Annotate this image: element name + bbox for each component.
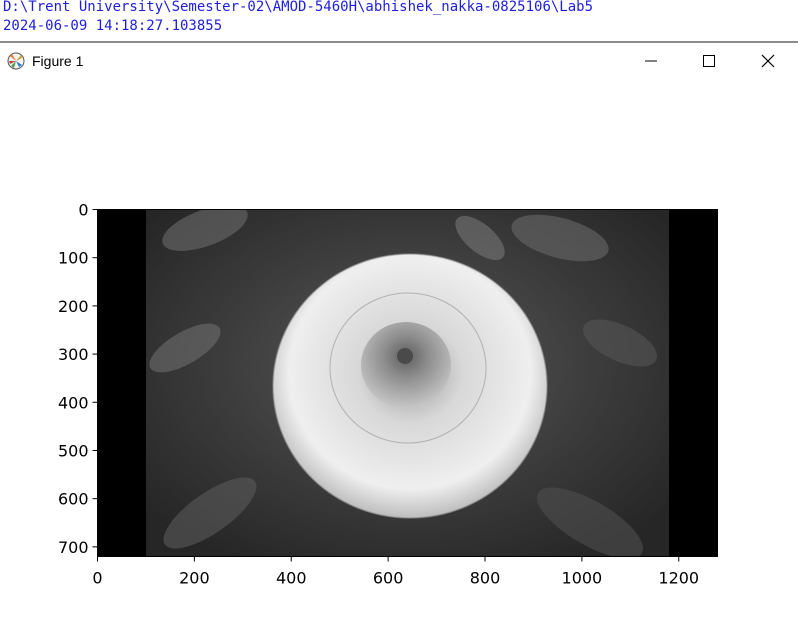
console-path-line: D:\Trent University\Semester-02\AMOD-546… — [3, 0, 594, 15]
y-tick-label: 0 — [78, 201, 88, 220]
console-timestamp-line: 2024-06-09 14:18:27.103855 — [3, 18, 223, 34]
y-tick-label: 700 — [58, 538, 89, 557]
y-axis: 0 100 200 300 400 500 600 700 — [58, 201, 98, 557]
x-tick-label: 1200 — [658, 569, 699, 588]
x-tick-label: 1000 — [562, 569, 603, 588]
y-tick-label: 600 — [58, 490, 89, 509]
x-tick-label: 600 — [373, 569, 404, 588]
x-tick-label: 800 — [470, 569, 501, 588]
grayscale-dahlia-image — [97, 209, 718, 557]
figure-canvas[interactable]: 0 100 200 300 400 500 600 700 0 200 400 600 800 1000… — [0, 43, 798, 633]
y-tick-label: 300 — [58, 345, 89, 364]
x-tick-label: 400 — [276, 569, 307, 588]
x-tick-label: 0 — [92, 569, 102, 588]
y-tick-label: 100 — [58, 249, 89, 268]
y-tick-label: 200 — [58, 297, 89, 316]
x-tick-label: 200 — [179, 569, 210, 588]
y-tick-label: 400 — [58, 393, 89, 412]
x-axis: 0 200 400 600 800 1000 1200 — [92, 556, 699, 588]
figure-window: Figure 1 0 100 200 300 400 500 600 700 0… — [0, 43, 798, 633]
y-tick-label: 500 — [58, 441, 89, 460]
console-output: D:\Trent University\Semester-02\AMOD-546… — [0, 0, 798, 42]
